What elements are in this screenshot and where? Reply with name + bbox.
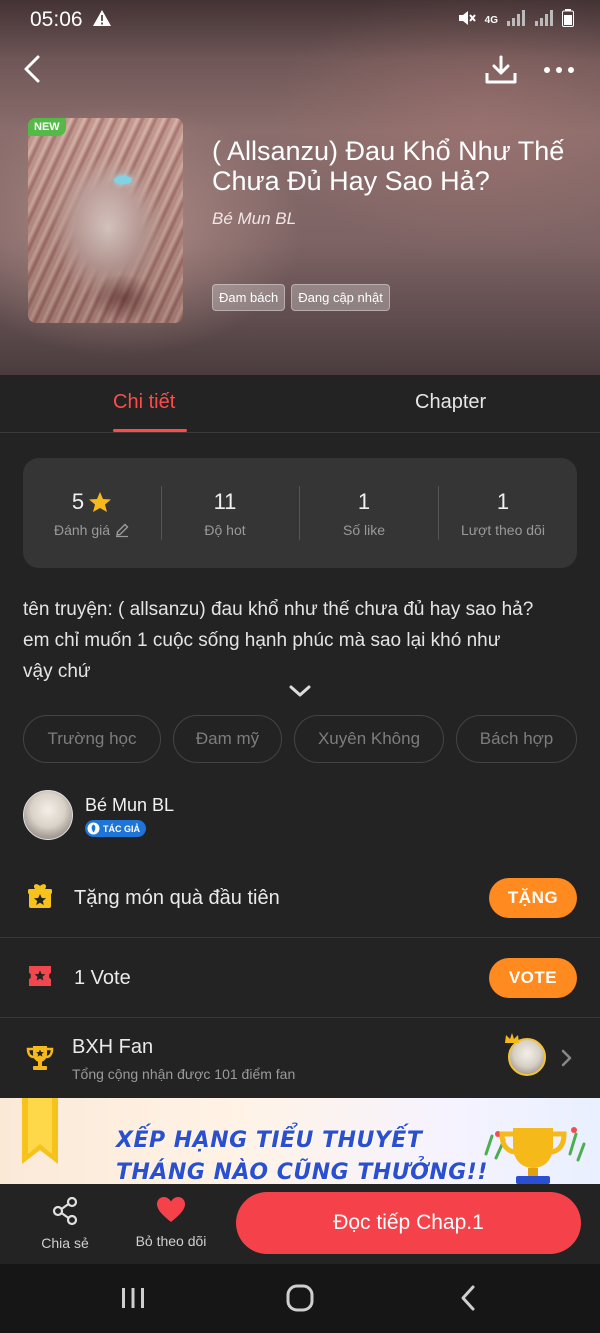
- stat-followers-value: 1: [496, 489, 510, 514]
- description-line: em chỉ muốn 1 cuộc sống hạnh phúc mà sao…: [23, 630, 501, 651]
- story-author[interactable]: Bé Mun BL: [212, 209, 296, 229]
- vote-label: 1 Vote: [74, 967, 131, 989]
- stat-hot-label: Độ hot: [204, 522, 246, 538]
- genre-chip[interactable]: Xuyên Không: [294, 715, 444, 763]
- more-button[interactable]: [541, 60, 577, 80]
- fan-ranking-subtitle: Tổng cộng nhận được 101 điểm fan: [72, 1066, 296, 1082]
- vote-ticket-icon: [29, 966, 51, 986]
- stat-hot-value: 11: [213, 489, 237, 514]
- gift-row: Tặng món quà đầu tiên TẶNG: [0, 858, 600, 938]
- chevron-left-icon: [24, 55, 40, 83]
- banner-subheadline: THÁNG NÀO CŨNG THƯỞNG!!: [116, 1160, 488, 1185]
- home-icon[interactable]: [285, 1284, 315, 1312]
- mute-icon: [457, 9, 477, 32]
- back-nav-icon[interactable]: [458, 1284, 478, 1312]
- tab-detail[interactable]: Chi tiết: [113, 391, 175, 414]
- avatar[interactable]: [23, 790, 73, 840]
- network-icon: 4G: [484, 15, 498, 26]
- banner-trophy-icon: [484, 1127, 586, 1184]
- story-tag[interactable]: Đang cập nhật: [291, 284, 390, 311]
- recent-apps-icon[interactable]: [120, 1286, 146, 1310]
- signal-icon: [506, 10, 526, 31]
- stat-likes: 1 Số like: [295, 488, 433, 538]
- stat-rating-value: 5: [71, 489, 85, 514]
- crown-icon: [505, 1033, 519, 1043]
- stat-rating[interactable]: 5 Đánh giá: [23, 488, 161, 538]
- stat-hot: 11 Độ hot: [156, 488, 294, 538]
- stat-likes-label: Số like: [342, 522, 386, 538]
- share-button[interactable]: Chia sẻ: [20, 1196, 110, 1251]
- fan-ranking-title: BXH Fan: [72, 1036, 154, 1058]
- banner-headline: XẾP HẠNG TIỂU THUYẾT: [116, 1128, 423, 1153]
- tab-bar: Chi tiết Chapter: [0, 375, 600, 433]
- quill-icon: [87, 822, 100, 835]
- genre-chip[interactable]: Trường học: [23, 715, 161, 763]
- story-cover: [28, 118, 183, 323]
- status-time: 05:06: [30, 8, 83, 31]
- fan-ranking-row[interactable]: BXH Fan Tổng cộng nhận được 101 điểm fan: [0, 1018, 600, 1098]
- stat-followers-label: Lượt theo dõi: [461, 522, 545, 538]
- star-icon: [89, 492, 112, 512]
- signal-icon-2: [534, 10, 554, 31]
- cover-eye: [114, 176, 132, 184]
- battery-icon: [562, 9, 574, 32]
- genre-chip[interactable]: Bách hợp: [456, 715, 577, 763]
- tab-chapter[interactable]: Chapter: [415, 391, 486, 414]
- new-badge: NEW: [28, 118, 66, 136]
- story-tags: Đam bách Đang cập nhật: [212, 284, 390, 311]
- stat-rating-label-row: Đánh giá: [23, 522, 161, 538]
- description-line: tên truyện: ( allsanzu) đau khổ như thế …: [23, 599, 534, 620]
- stats-card: 5 Đánh giá 11 Độ hot 1 Số like 1 Lượt th…: [23, 458, 577, 568]
- download-button[interactable]: [484, 54, 518, 86]
- stat-followers: 1 Lượt theo dõi: [434, 488, 572, 538]
- share-icon: [52, 1196, 78, 1226]
- cover-shade: [28, 118, 183, 323]
- pencil-icon: [116, 523, 129, 538]
- gift-button[interactable]: TẶNG: [489, 878, 577, 918]
- alert-icon: [92, 9, 112, 32]
- tab-active-indicator: [113, 429, 187, 432]
- genre-list: Trường học Đam mỹ Xuyên Không Bách hợp: [23, 715, 577, 763]
- expand-description-button[interactable]: [286, 683, 314, 699]
- vote-button[interactable]: VOTE: [489, 958, 577, 998]
- stat-rating-label: Đánh giá: [53, 522, 111, 538]
- gift-icon: [28, 884, 52, 908]
- continue-reading-button[interactable]: Đọc tiếp Chap.1: [236, 1192, 581, 1254]
- unfollow-label: Bỏ theo dõi: [135, 1233, 207, 1249]
- vote-row: 1 Vote VOTE: [0, 938, 600, 1018]
- system-nav-bar: [0, 1264, 600, 1333]
- genre-chip[interactable]: Đam mỹ: [173, 715, 282, 763]
- story-title: ( Allsanzu) Đau Khổ Như Thế Chưa Đủ Hay …: [212, 136, 565, 196]
- bookmark-ribbon-icon: [22, 1098, 58, 1164]
- author-role-badge: TÁC GIẢ: [85, 820, 146, 837]
- download-icon: [485, 55, 517, 84]
- author-name[interactable]: Bé Mun BL: [85, 795, 174, 816]
- status-icons: 4G: [457, 9, 574, 32]
- chevron-down-icon: [289, 685, 311, 697]
- share-label: Chia sẻ: [41, 1235, 89, 1251]
- more-dots-icon: [544, 67, 574, 73]
- status-bar: 05:06 4G: [0, 0, 600, 40]
- gift-label: Tặng món quà đầu tiên: [74, 887, 280, 909]
- story-tag[interactable]: Đam bách: [212, 284, 286, 311]
- heart-icon: [157, 1197, 185, 1222]
- bottom-action-bar: Chia sẻ Bỏ theo dõi Đọc tiếp Chap.1: [0, 1184, 600, 1264]
- stat-rating-value-row: 5: [23, 488, 161, 516]
- story-description: tên truyện: ( allsanzu) đau khổ như thế …: [23, 594, 583, 687]
- chevron-right-icon: [561, 1049, 572, 1067]
- stat-likes-value: 1: [357, 489, 371, 514]
- back-button[interactable]: [18, 52, 48, 86]
- author-role-label: TÁC GIẢ: [103, 823, 140, 834]
- trophy-icon: [26, 1046, 54, 1070]
- unfollow-button[interactable]: Bỏ theo dõi: [126, 1196, 216, 1249]
